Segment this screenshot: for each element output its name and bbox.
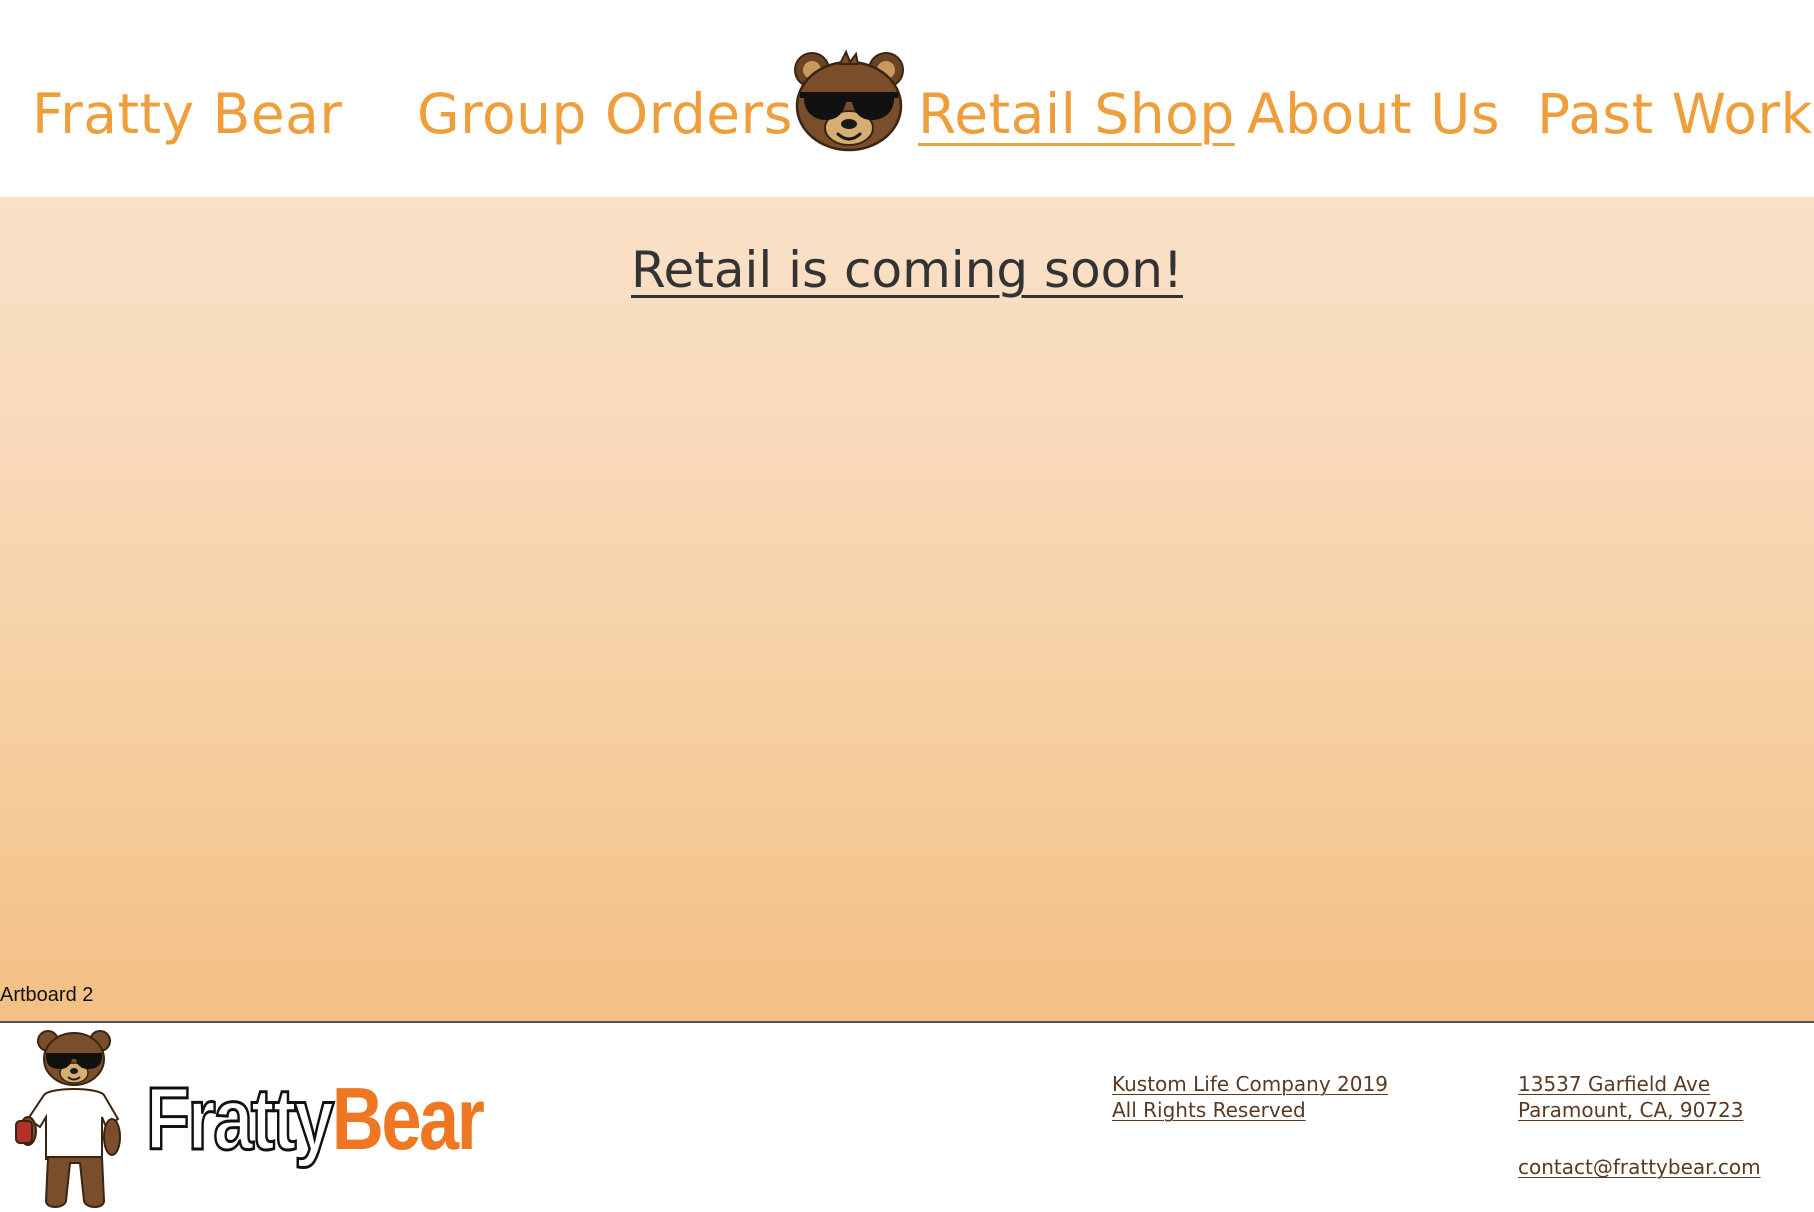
footer-wordmark: FrattyBear [145, 1069, 485, 1168]
page-heading-text: Retail is coming soon! [631, 241, 1183, 299]
footer-address-street: 13537 Garfield Ave [1518, 1072, 1711, 1096]
nav-link-retail-shop[interactable]: Retail Shop [918, 74, 1235, 154]
footer-company: Kustom Life Company 2019 [1112, 1072, 1388, 1096]
nav-link-past-work[interactable]: Past Work [1537, 74, 1813, 154]
wordmark-fratty: Fratty [145, 1069, 336, 1168]
bear-sunglasses-icon[interactable] [790, 48, 908, 152]
footer-email-link[interactable]: contact@frattybear.com [1518, 1154, 1761, 1180]
page-heading: Retail is coming soon! [0, 235, 1814, 305]
nav-link-about-us[interactable]: About Us [1247, 74, 1500, 154]
main-content: Retail is coming soon! Artboard 2 [0, 197, 1814, 1021]
bear-mascot-icon [15, 1030, 121, 1208]
site-footer: FrattyBear Kustom Life Company 2019 All … [0, 1021, 1814, 1212]
footer-rights: All Rights Reserved [1112, 1098, 1306, 1122]
footer-address-city: Paramount, CA, 90723 [1518, 1098, 1744, 1122]
nav-link-home[interactable]: Fratty Bear [32, 74, 343, 154]
wordmark-bear: Bear [331, 1069, 485, 1168]
artboard-label: Artboard 2 [0, 984, 94, 1006]
site-header: Fratty Bear Group Orders Retail Shop Abo… [0, 0, 1814, 197]
nav-link-group-orders[interactable]: Group Orders [417, 74, 793, 154]
